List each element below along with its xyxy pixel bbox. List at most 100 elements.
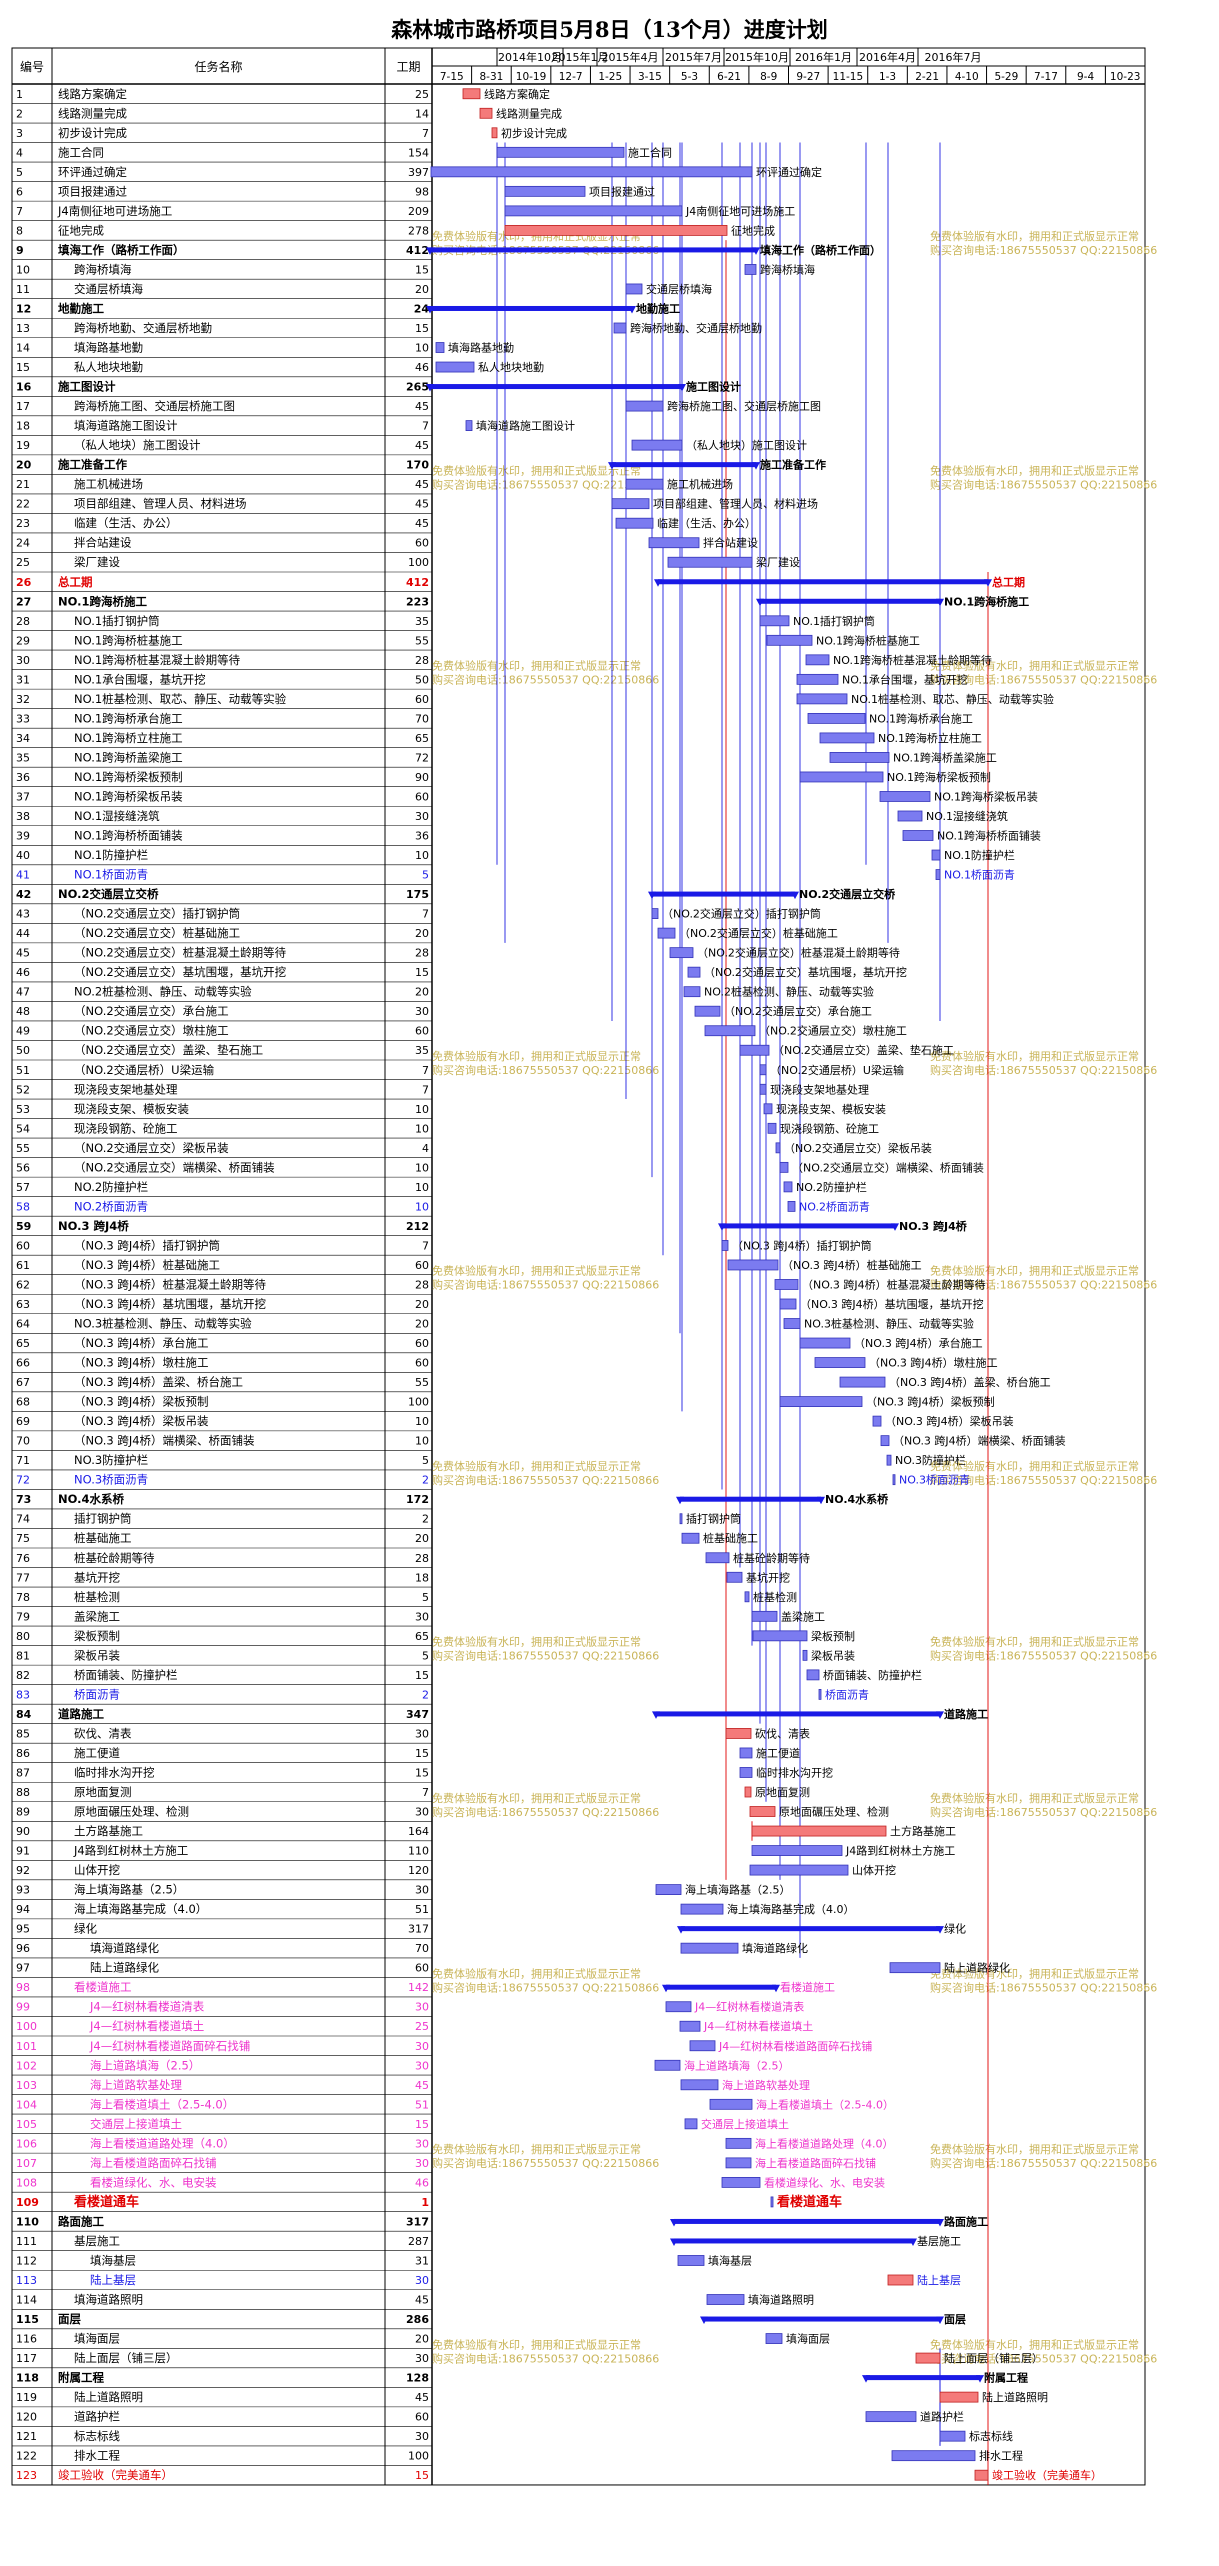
task-name: NO.1跨海桥立柱施工 [74,731,183,745]
task-bar-label: NO.4水系桥 [825,1492,889,1506]
task-duration: 10 [415,1200,429,1213]
timescale-major-label: 2016年7月 [925,50,982,64]
critical-task-bar [491,127,498,139]
task-id: 80 [16,1630,30,1643]
task-bar [796,673,839,685]
task-id: 43 [16,908,30,921]
task-bar [891,2450,976,2462]
task-bar-label: 海上看楼道路面碎石找铺 [755,2156,876,2170]
task-bar [819,732,875,744]
task-duration: 15 [415,263,429,276]
task-duration: 45 [415,400,429,413]
watermark-text: 购买咨询电话:18675550537 QQ:22150866 [432,2351,659,2365]
task-bar-label: NO.3桥面沥青 [899,1474,970,1487]
timescale-major-label: 2015年4月 [602,50,659,64]
task-id: 14 [16,342,30,355]
task-id: 106 [16,2137,37,2150]
task-duration: 46 [415,361,429,374]
watermark-text: 免费体验版有水印，拥用和正式版显示正常 [432,1264,641,1278]
task-duration: 45 [415,2294,429,2307]
task-bar-label: NO.1跨海桥梁板吊装 [934,789,1038,803]
task-duration: 7 [422,420,429,433]
critical-task-bar [974,2469,989,2481]
task-id: 3 [16,127,23,140]
task-bar [684,2118,698,2130]
task-id: 88 [16,1786,30,1799]
task-id: 119 [16,2391,37,2404]
timescale-minor-label: 4-10 [955,71,979,83]
task-duration: 51 [415,1903,429,1916]
task-duration: 7 [422,1786,429,1799]
task-bar-label: 基层施工 [917,2235,961,2248]
task-bar-label: 交通层桥填海 [646,282,712,296]
task-bar-label: 现浇段支架、模板安装 [776,1102,886,1116]
timescale-minor-label: 9-27 [796,71,820,83]
task-duration: 70 [415,712,429,725]
task-bar-label: 海上道路软基处理 [722,2078,810,2092]
task-bar [744,264,757,275]
watermark-text: 免费体验版有水印，拥用和正式版显示正常 [930,463,1139,477]
task-bar-label: 标志标线 [969,2429,1013,2443]
task-bar-label: （NO.2交通层立交）墩柱施工 [759,1024,907,1038]
task-bar-label: NO.1桥面沥青 [944,869,1015,882]
task-name: （NO.3 跨J4桥）桩基础施工 [74,1258,220,1272]
task-bar-label: 海上填海路基完成（4.0） [727,1902,855,1916]
task-id: 103 [16,2079,37,2092]
task-bar [613,322,627,334]
task-duration: 142 [408,1981,429,1994]
critical-task-bar [744,1786,752,1798]
task-bar-label: 填海面层 [786,2332,830,2346]
task-duration: 278 [408,224,429,237]
task-bar-label: 基坑开挖 [746,1570,790,1584]
task-bar-label: NO.3桩基检测、静压、动载等实验 [804,1317,974,1331]
task-name: 地勤施工 [58,301,104,315]
task-bar [465,420,473,432]
task-name: NO.1跨海桥梁板吊装 [74,789,183,803]
task-duration: 347 [406,1708,429,1721]
task-name: 山体开挖 [74,1863,120,1877]
timescale-minor-label: 2-21 [915,71,939,83]
task-id: 85 [16,1727,30,1740]
task-duration: 28 [415,947,429,960]
task-id: 42 [16,888,31,901]
task-duration: 20 [415,283,429,296]
critical-task-bar [939,2391,979,2403]
summary-bar [652,891,795,897]
task-duration: 10 [415,1181,429,1194]
task-name: 梁厂建设 [74,555,120,569]
task-id: 62 [16,1278,30,1291]
task-duration: 100 [408,2450,429,2463]
task-name: 填海工作（路桥工作面） [58,243,185,257]
task-id: 16 [16,381,32,394]
task-name: 线路方案确定 [58,87,127,101]
task-bar-label: 拌合站建设 [703,536,758,550]
task-bar-label: NO.1跨海桥桥面铺装 [937,829,1041,843]
task-name: （NO.2交通层立交）插打钢护筒 [74,907,240,921]
task-bar-label: 项目部组建、管理人员、材料进场 [653,497,818,511]
task-bar-label: NO.1湿接缝浇筑 [926,809,1008,823]
task-name: 现浇段支架、模板安装 [74,1102,189,1116]
task-bar [721,1240,729,1251]
task-id: 35 [16,751,30,764]
task-bar [677,2255,705,2266]
task-bar-label: 海上填海路基（2.5） [685,1883,791,1897]
task-bar-label: （NO.3 跨J4桥）插打钢护筒 [732,1238,872,1252]
task-bar [897,810,923,822]
task-bar-label: NO.3 跨J4桥 [899,1219,968,1233]
task-name: NO.2桩基检测、静压、动载等实验 [74,985,252,999]
task-id: 27 [16,595,31,608]
task-name: NO.1跨海桥桩基施工 [74,633,183,647]
task-bar-label: 交通层上接道填土 [701,2117,789,2131]
task-name: 海上道路软基处理 [90,2078,182,2092]
task-bar [615,517,654,529]
task-name: 梁板预制 [74,1629,120,1643]
task-name: （NO.3 跨J4桥）梁板预制 [74,1395,209,1409]
task-bar [725,2137,752,2149]
task-id: 93 [16,1884,30,1897]
timescale-minor-label: 7-17 [1034,71,1058,83]
task-duration: 128 [406,2372,429,2385]
task-bar-label: 填海工作（路桥工作面） [760,243,881,257]
timescale-minor-label: 3-15 [638,71,662,83]
task-name: 看楼道施工 [74,1980,132,1994]
task-bar-label: 看楼道施工 [780,1980,835,1994]
